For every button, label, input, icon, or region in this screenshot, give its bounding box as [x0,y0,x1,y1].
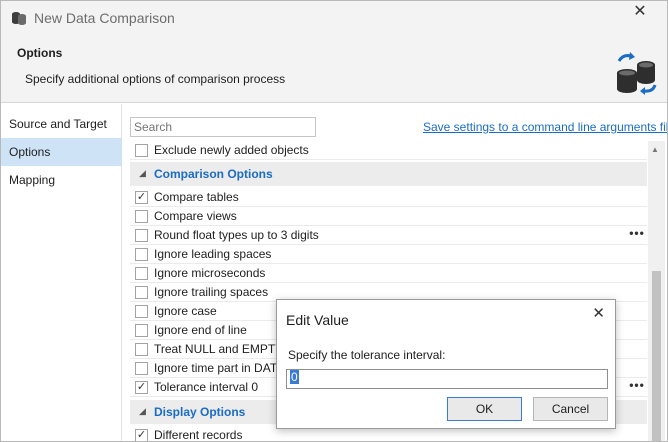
page-subtitle: Specify additional options of comparison… [25,72,286,86]
option-label: Ignore case [154,304,217,318]
different-records-checkbox[interactable]: ✓ [135,429,148,441]
list-item: Ignore leading spaces [130,245,647,264]
exclude-newly-added-checkbox[interactable] [135,144,148,157]
list-item: Round float types up to 3 digits ••• [130,226,647,245]
scroll-up-icon[interactable]: ▲ [651,145,659,154]
dialog-prompt: Specify the tolerance interval: [288,348,446,362]
ignore-microseconds-checkbox[interactable] [135,267,148,280]
database-compare-icon [11,10,27,26]
tolerance-value-input[interactable]: 0 [286,369,608,389]
ignore-end-of-line-checkbox[interactable] [135,324,148,337]
window-title: New Data Comparison [34,10,175,26]
sidebar: Source and Target Options Mapping [1,104,122,441]
ok-button[interactable]: OK [447,397,522,421]
selected-value: 0 [290,370,299,384]
page-header: Options Specify additional options of co… [1,35,667,103]
option-label: Ignore trailing spaces [154,285,269,299]
save-settings-link[interactable]: Save settings to a command line argument… [423,120,667,134]
list-item: ✓ Compare tables [130,188,647,207]
collapse-triangle-icon[interactable]: ◢ [139,406,146,417]
option-label: Ignore leading spaces [154,247,272,261]
search-input[interactable] [130,117,316,137]
title-bar: New Data Comparison ✕ [1,1,667,35]
ignore-trailing-spaces-checkbox[interactable] [135,286,148,299]
page-title: Options [17,46,63,60]
sidebar-item-source-and-target[interactable]: Source and Target [1,110,122,138]
option-label: Ignore microseconds [154,266,266,280]
section-title: Display Options [154,405,246,419]
option-label: Tolerance interval 0 [154,380,259,394]
ignore-case-checkbox[interactable] [135,305,148,318]
ignore-leading-spaces-checkbox[interactable] [135,248,148,261]
comparison-options-section[interactable]: ◢ Comparison Options [130,162,647,186]
ignore-time-part-checkbox[interactable] [135,362,148,375]
compare-tables-checkbox[interactable]: ✓ [135,191,148,204]
more-options-icon[interactable]: ••• [629,378,645,396]
scrollbar-thumb[interactable] [652,271,661,441]
option-label: Ignore time part in DATET [154,361,293,375]
option-label: Exclude newly added objects [154,143,309,157]
collapse-triangle-icon[interactable]: ◢ [139,168,146,179]
option-label: Compare tables [154,190,239,204]
sidebar-item-mapping[interactable]: Mapping [1,166,122,194]
list-item: Ignore microseconds [130,264,647,283]
option-label: Round float types up to 3 digits [154,228,319,242]
treat-null-empty-checkbox[interactable] [135,343,148,356]
more-options-icon[interactable]: ••• [629,226,645,244]
option-label: Ignore end of line [154,323,247,337]
option-label: Compare views [154,209,237,223]
round-float-checkbox[interactable] [135,229,148,242]
list-item: Exclude newly added objects [130,141,647,160]
close-icon[interactable]: ✕ [631,3,649,21]
edit-value-dialog: Edit Value ✕ Specify the tolerance inter… [276,299,616,429]
option-label: Different records [154,428,243,442]
dialog-title: Edit Value [286,312,349,328]
section-title: Comparison Options [154,167,273,181]
cancel-button[interactable]: Cancel [533,397,608,421]
sidebar-item-options[interactable]: Options [1,138,122,166]
list-item: Compare views [130,207,647,226]
compare-views-checkbox[interactable] [135,210,148,223]
database-sync-icon [613,51,659,95]
vertical-scrollbar[interactable]: ▲ [648,141,665,441]
close-icon[interactable]: ✕ [592,304,605,322]
tolerance-interval-checkbox[interactable]: ✓ [135,381,148,394]
new-data-comparison-window: New Data Comparison ✕ Options Specify ad… [0,0,668,442]
